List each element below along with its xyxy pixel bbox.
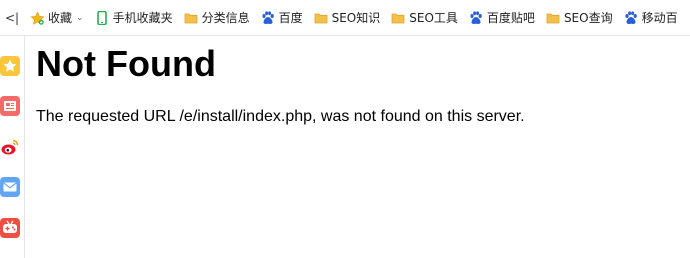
- bookmark-label: 百度: [278, 10, 303, 25]
- mail-icon[interactable]: [0, 177, 20, 197]
- star-icon: [30, 11, 45, 25]
- bookmarks-bar: <| 收藏 ⌄ 手机收藏夹 分类信息 百度 SEO知识 SEO工具 百度贴吧 S…: [0, 0, 690, 36]
- folder-icon: [314, 11, 328, 25]
- bookmark-folder-seo-tools[interactable]: SEO工具: [385, 0, 463, 35]
- collapse-label: <|: [4, 10, 20, 25]
- bookmark-label: 手机收藏夹: [112, 10, 173, 25]
- bookmark-label: SEO查询: [563, 10, 613, 25]
- baidu-paw-icon: [261, 10, 275, 25]
- phone-icon: [95, 10, 109, 25]
- bookmark-mobile-favorites[interactable]: 手机收藏夹: [89, 0, 178, 35]
- bookmark-label: 分类信息: [201, 10, 250, 25]
- game-icon[interactable]: [0, 218, 20, 238]
- bookmark-label: 移动百: [641, 10, 678, 25]
- bookmark-label: SEO知识: [331, 10, 381, 25]
- baidu-paw-icon: [469, 10, 483, 25]
- folder-icon: [184, 11, 198, 25]
- weibo-icon[interactable]: [0, 137, 20, 157]
- sidebar-collapse-button[interactable]: <|: [0, 0, 24, 35]
- bookmark-baidu-tieba[interactable]: 百度贴吧: [463, 0, 540, 35]
- folder-icon: [546, 11, 560, 25]
- bookmark-favorites-menu[interactable]: 收藏 ⌄: [24, 0, 89, 35]
- left-sidebar: [0, 36, 25, 258]
- bookmark-folder-classified[interactable]: 分类信息: [178, 0, 255, 35]
- favorites-star-icon[interactable]: [0, 56, 20, 76]
- folder-icon: [391, 11, 405, 25]
- bookmark-mobile-baidu[interactable]: 移动百: [618, 0, 683, 35]
- chevron-down-icon: ⌄: [76, 12, 84, 23]
- bookmark-folder-seo-knowledge[interactable]: SEO知识: [308, 0, 386, 35]
- bookmark-label: 收藏: [48, 10, 73, 25]
- error-message: The requested URL /e/install/index.php, …: [36, 108, 525, 125]
- bookmark-baidu[interactable]: 百度: [255, 0, 308, 35]
- page-title: Not Found: [36, 43, 216, 84]
- bookmark-label: 百度贴吧: [486, 10, 535, 25]
- bookmark-folder-seo-query[interactable]: SEO查询: [540, 0, 618, 35]
- baidu-paw-icon: [624, 10, 638, 25]
- news-icon[interactable]: [0, 96, 20, 116]
- browser-window: <| 收藏 ⌄ 手机收藏夹 分类信息 百度 SEO知识 SEO工具 百度贴吧 S…: [0, 0, 690, 258]
- bookmark-label: SEO工具: [409, 10, 458, 25]
